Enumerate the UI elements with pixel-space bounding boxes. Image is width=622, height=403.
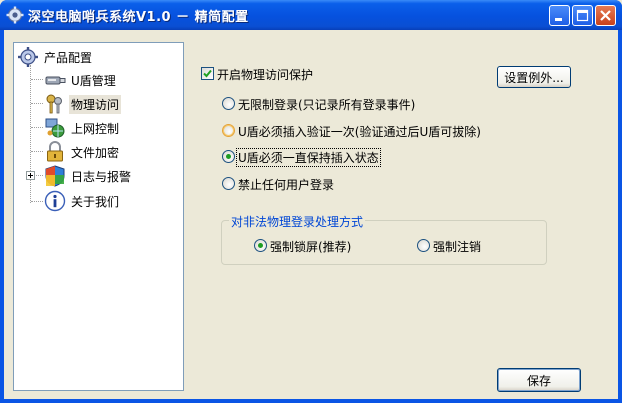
- checkmark-icon: [203, 69, 212, 78]
- close-icon: [600, 10, 611, 21]
- mode-radio-unrestricted[interactable]: [222, 97, 235, 110]
- client-area: 产品配置 U盾管理 物理访问 上网控制 文件加密 日志与报警 关于我们 开启物理…: [4, 30, 618, 399]
- tree-connector: [36, 175, 43, 176]
- mode-radio-verify-once[interactable]: [222, 124, 235, 137]
- tree-item-label: U盾管理: [71, 73, 116, 88]
- tree-item-label: 产品配置: [44, 50, 93, 65]
- lock-screen-radio[interactable]: [254, 239, 267, 252]
- tree-item-label: 文件加密: [71, 145, 120, 160]
- usb-key-icon: [45, 76, 66, 85]
- tree-expand-toggle[interactable]: [26, 171, 35, 180]
- set-exceptions-button[interactable]: 设置例外...: [497, 66, 571, 88]
- tree-item-file-encryption[interactable]: 文件加密: [44, 141, 121, 162]
- tree-connector: [31, 201, 43, 202]
- mode-label-verify-once[interactable]: U盾必须插入验证一次(验证通过后U盾可拔除): [238, 123, 481, 140]
- mode-label-always-inserted[interactable]: U盾必须一直保持插入状态: [236, 148, 381, 167]
- save-button[interactable]: 保存: [497, 368, 581, 392]
- info-icon: [44, 190, 66, 212]
- title-bar[interactable]: 深空电脑哨兵系统V1.0 － 精简配置: [0, 0, 622, 30]
- enable-physical-protection-checkbox[interactable]: [201, 67, 214, 80]
- tree-item-about[interactable]: 关于我们: [44, 190, 121, 212]
- close-button[interactable]: [595, 5, 616, 26]
- tree-connector: [30, 65, 31, 203]
- mode-label-deny-all[interactable]: 禁止任何用户登录: [238, 176, 334, 193]
- tree-item-internet-control[interactable]: 上网控制: [44, 118, 121, 138]
- tree-item-label: 关于我们: [71, 194, 120, 209]
- mode-label-unrestricted[interactable]: 无限制登录(只记录所有登录事件): [238, 96, 415, 113]
- tree-item-label: 物理访问: [69, 94, 122, 114]
- tree-item-label: 日志与报警: [71, 169, 132, 184]
- illegal-login-group-title: 对非法物理登录处理方式: [229, 213, 366, 230]
- tree-connector: [31, 127, 43, 128]
- maximize-icon: [576, 9, 589, 22]
- lock-screen-label[interactable]: 强制锁屏(推荐): [270, 238, 351, 255]
- force-logout-label[interactable]: 强制注销: [433, 238, 481, 255]
- minimize-button[interactable]: [549, 5, 570, 26]
- tree-connector: [31, 103, 43, 104]
- tree-item-label: 上网控制: [71, 121, 120, 136]
- config-tree[interactable]: 产品配置 U盾管理 物理访问 上网控制 文件加密 日志与报警 关于我们: [13, 42, 184, 391]
- shield-icon: [45, 165, 65, 187]
- window-title: 深空电脑哨兵系统V1.0 － 精简配置: [28, 10, 249, 25]
- keys-icon: [46, 94, 62, 114]
- tree-item-physical-access[interactable]: 物理访问: [44, 94, 122, 114]
- tree-item-logs-alerts[interactable]: 日志与报警: [44, 165, 133, 187]
- force-logout-radio[interactable]: [417, 239, 430, 252]
- window-frame-bottom: [0, 399, 622, 403]
- gear-icon: [18, 47, 38, 67]
- mode-radio-always-inserted[interactable]: [222, 150, 235, 163]
- mode-radio-deny-all[interactable]: [222, 177, 235, 190]
- tree-item-product-config[interactable]: 产品配置: [17, 47, 94, 67]
- padlock-icon: [47, 141, 63, 162]
- tree-connector: [31, 151, 43, 152]
- app-window: 深空电脑哨兵系统V1.0 － 精简配置 产品配置 U盾管理 物理访问 上网控制 …: [0, 0, 622, 403]
- tree-connector: [31, 79, 43, 80]
- network-globe-icon: [45, 118, 65, 138]
- tree-item-usb-key[interactable]: U盾管理: [44, 70, 118, 90]
- enable-physical-protection-label[interactable]: 开启物理访问保护: [217, 66, 313, 83]
- maximize-button[interactable]: [572, 5, 593, 26]
- minimize-icon: [555, 18, 562, 21]
- app-gear-icon: [6, 6, 24, 24]
